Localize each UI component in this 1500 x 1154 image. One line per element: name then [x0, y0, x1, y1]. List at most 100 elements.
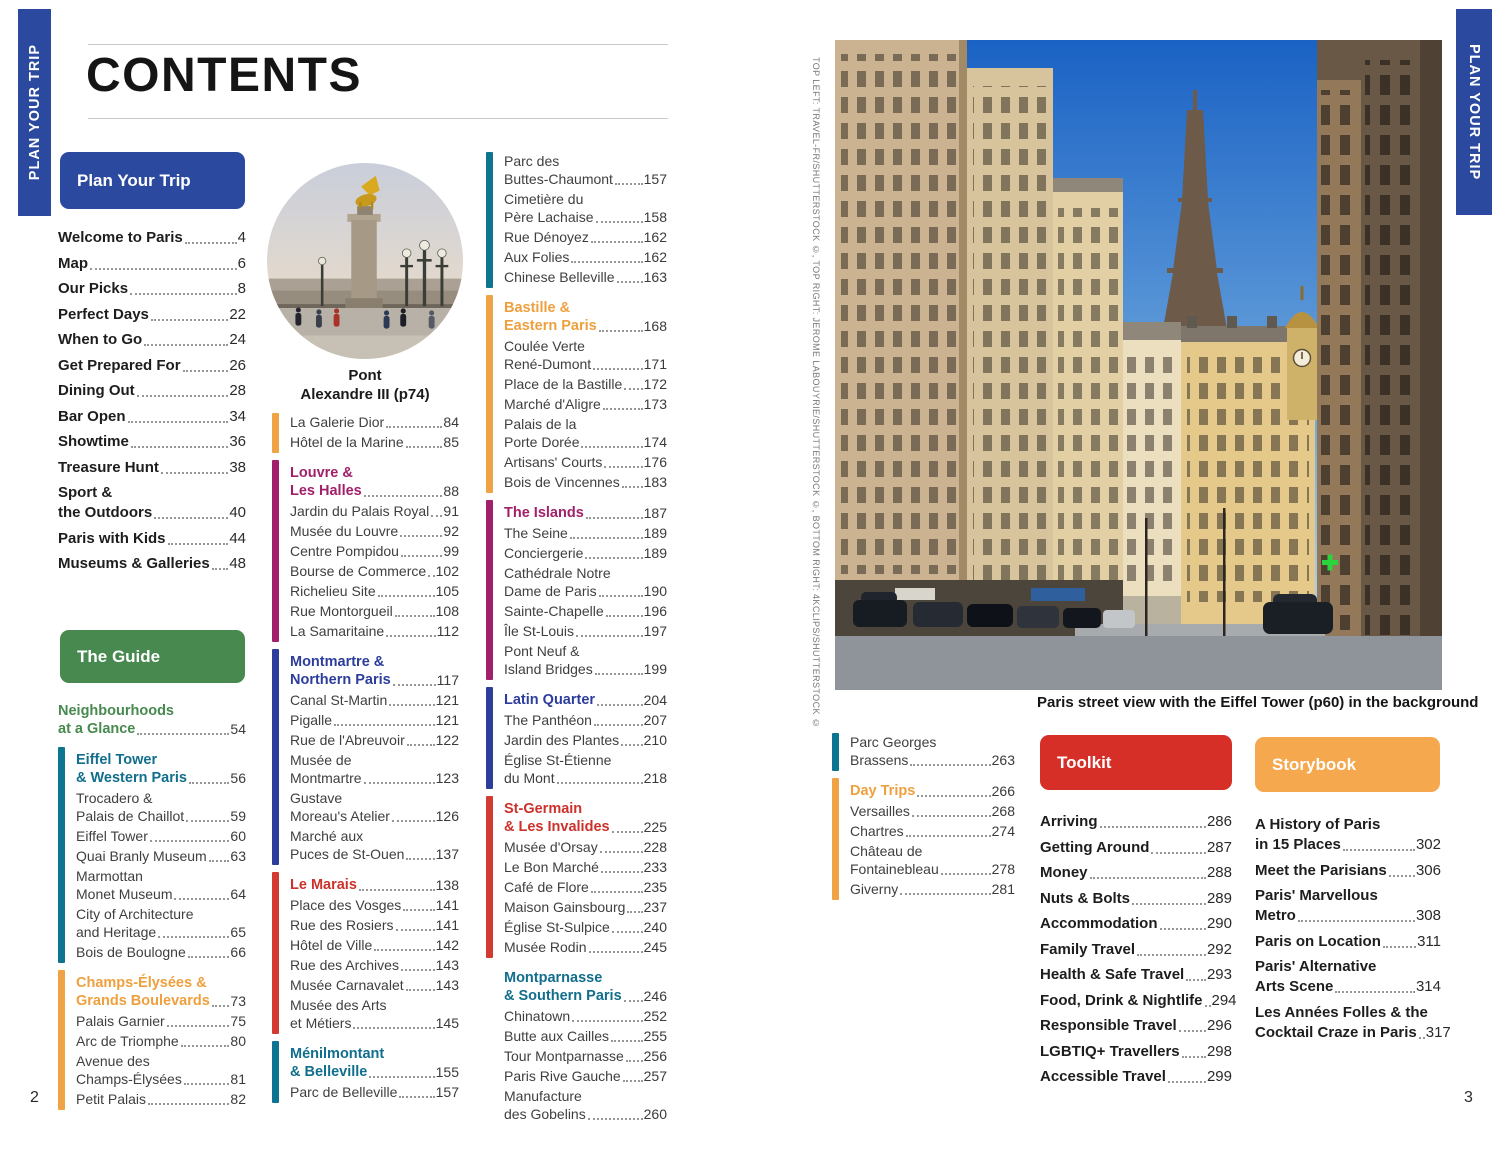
toc-entry: Petit Palais 82	[76, 1090, 246, 1108]
toc-section: Parc des Buttes-Chaumont 157 Cimetière d…	[486, 152, 667, 288]
toc-entry-label: Arc de Triomphe	[76, 1032, 179, 1050]
page-ref: 296	[1207, 1016, 1232, 1036]
leader-dots	[406, 446, 443, 448]
toc-entry-label: Northern Paris	[290, 671, 391, 689]
leader-dots	[150, 840, 230, 842]
section-color-bar	[272, 872, 279, 1034]
page-ref: 63	[230, 847, 246, 865]
toc-entry: Rue des Rosiers 141	[290, 916, 459, 934]
page-ref: 24	[229, 330, 246, 350]
toc-entry-label: Showtime	[58, 432, 129, 452]
header-rule-top	[88, 44, 668, 45]
page-ref: 302	[1416, 835, 1441, 855]
toc-entry-label: Accommodation	[1040, 914, 1158, 934]
leader-dots	[596, 221, 643, 223]
page-ref: 294	[1212, 991, 1237, 1011]
toc-entry: Paris Rive Gauche 257	[504, 1067, 667, 1085]
page-ref: 311	[1417, 932, 1441, 952]
leader-dots	[599, 330, 643, 332]
leader-dots	[403, 909, 434, 911]
page-ref: 274	[992, 822, 1015, 840]
leader-dots	[428, 575, 434, 577]
page-ref: 263	[992, 751, 1015, 769]
toc-entry: Family Travel 292	[1040, 940, 1232, 960]
contents-spread: { "page": { "title": "CONTENTS", "left_t…	[0, 0, 1500, 1154]
leader-dots	[581, 446, 642, 448]
toc-entry-pre: Parc des	[504, 152, 667, 170]
leader-dots	[588, 1118, 643, 1120]
page-ref: 85	[443, 433, 459, 451]
page-ref: 306	[1416, 861, 1441, 881]
toc-entry: Rue des Archives 143	[290, 956, 459, 974]
toc-entry: Rue Dénoyez 162	[504, 228, 667, 246]
page-ref: 6	[238, 254, 246, 274]
toc-entry: Le Bon Marché 233	[504, 858, 667, 876]
toc-section: Latin Quarter 204 The Panthéon 207	[486, 687, 667, 789]
toc-entry-label: Porte Dorée	[504, 433, 579, 451]
toc-entry: Arriving 286	[1040, 812, 1232, 832]
leader-dots	[576, 635, 643, 637]
toc-section: Champs-Élysées & Grands Boulevards 73 Pa…	[58, 970, 246, 1110]
toc-entry: Arc de Triomphe 80	[76, 1032, 246, 1050]
leader-dots	[591, 241, 643, 243]
page-ref: 122	[436, 731, 459, 749]
toc-entry-label: Les Halles	[290, 482, 362, 500]
page-ref: 105	[436, 582, 459, 600]
toc-entry: Musée des Arts et Métiers 145	[290, 996, 459, 1032]
page-ref: 163	[644, 268, 667, 286]
toc-entry: Food, Drink & Nightlife 294	[1040, 991, 1232, 1011]
toc-entry-label: Le Bon Marché	[504, 858, 599, 876]
storybook-badge: Storybook	[1255, 737, 1440, 792]
toc-entry-label: Fontainebleau	[850, 860, 939, 878]
toc-entry: Money 288	[1040, 863, 1232, 883]
page-ref: 292	[1207, 940, 1232, 960]
toc-entry-label: Artisans' Courts	[504, 453, 602, 471]
toc-entry-label: When to Go	[58, 330, 142, 350]
page-ref: 8	[238, 279, 246, 299]
toc-entry: Église St-Sulpice 240	[504, 918, 667, 936]
toc-entry: Louvre & Les Halles 88	[290, 464, 459, 500]
page-ref: 228	[644, 838, 667, 856]
section-color-bar	[486, 796, 493, 958]
toc-entry: Health & Safe Travel 293	[1040, 965, 1232, 985]
leader-dots	[386, 635, 436, 637]
toc-entry-label: Responsible Travel	[1040, 1016, 1177, 1036]
toc-entry: Château de Fontainebleau 278	[850, 842, 1015, 878]
toc-entry: Get Prepared For 26	[58, 356, 246, 376]
toc-entry-label: Rue des Rosiers	[290, 916, 394, 934]
leader-dots	[400, 535, 442, 537]
toc-section: Ménilmontant & Belleville 155 Parc de Be…	[272, 1041, 459, 1103]
section-color-bar	[486, 500, 493, 680]
toc-entry-pre: Musée des Arts	[290, 996, 459, 1014]
section-color-bar	[832, 778, 839, 900]
toc-entry: Tour Montparnasse 256	[504, 1047, 667, 1065]
page-ref: 48	[229, 554, 246, 574]
page-ref: 126	[436, 807, 459, 825]
page-ref: 88	[443, 482, 459, 500]
toc-entry-label: Le Marais	[290, 876, 357, 894]
leader-dots	[401, 969, 435, 971]
leader-dots	[1090, 877, 1206, 879]
page-ref: 26	[229, 356, 246, 376]
toc-entry: Butte aux Cailles 255	[504, 1027, 667, 1045]
circle-caption-line2: Alexandre III (p74)	[255, 385, 475, 404]
toc-entry: Accommodation 290	[1040, 914, 1232, 934]
leader-dots	[1383, 946, 1416, 948]
toc-entry-label: Place des Vosges	[290, 896, 401, 914]
page-ref: 80	[230, 1032, 246, 1050]
page-ref: 121	[436, 711, 459, 729]
leader-dots	[392, 820, 435, 822]
toc-entry: Musée Carnavalet 143	[290, 976, 459, 994]
header-rule-bottom	[88, 118, 668, 119]
toc-entry-label: et Métiers	[290, 1014, 351, 1032]
page-ref: 143	[436, 956, 459, 974]
page-ref: 189	[644, 544, 667, 562]
toc-entry: Chinatown 252	[504, 1007, 667, 1025]
page-number-left: 2	[30, 1089, 39, 1107]
toc-entry: Manufacture des Gobelins 260	[504, 1087, 667, 1123]
leader-dots	[585, 557, 642, 559]
toc-entry: Pont Neuf & Island Bridges 199	[504, 642, 667, 678]
toc-entry-label: Chartres	[850, 822, 904, 840]
leader-dots	[407, 744, 435, 746]
page-ref: 137	[436, 845, 459, 863]
